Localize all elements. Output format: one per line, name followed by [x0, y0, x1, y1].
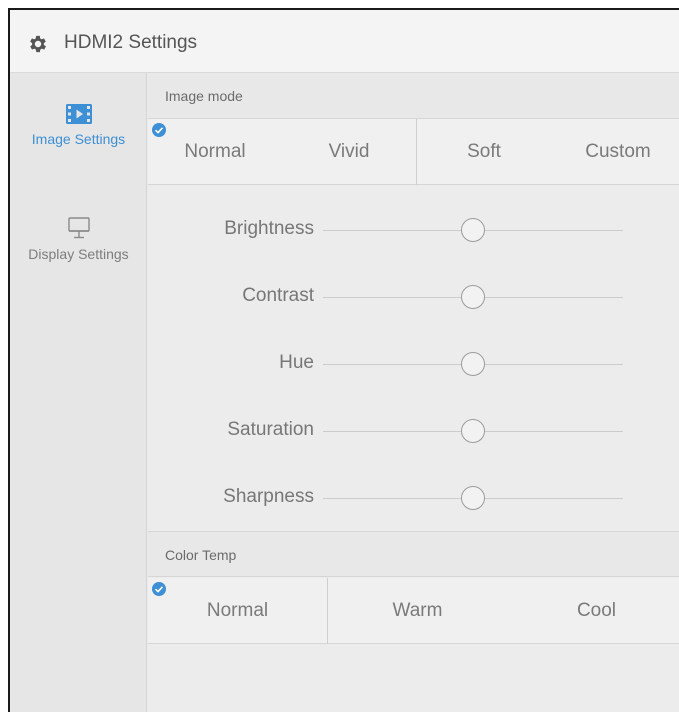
empty-area [148, 644, 679, 712]
color-temp-warm[interactable]: Warm [328, 578, 507, 644]
image-mode-vivid[interactable]: Vivid [282, 119, 416, 185]
sidebar-item-label: Image Settings [31, 131, 126, 147]
image-settings-icon [65, 104, 92, 124]
sidebar-item-label: Display Settings [28, 246, 129, 262]
gear-icon[interactable] [27, 33, 49, 55]
sidebar: Image Settings Display Settings [10, 73, 147, 712]
brightness-slider-thumb[interactable] [461, 218, 485, 242]
settings-panel: Image mode Normal Vivid Soft Custom Brig… [148, 73, 679, 712]
image-mode-custom[interactable]: Custom [551, 119, 679, 185]
brightness-label: Brightness [224, 218, 314, 239]
image-mode-options: Normal Vivid Soft Custom [148, 119, 679, 185]
brightness-slider[interactable] [323, 218, 623, 242]
color-temp-normal[interactable]: Normal [148, 578, 327, 644]
color-temp-header: Color Temp [148, 531, 679, 577]
saturation-label: Saturation [227, 419, 314, 440]
hue-slider[interactable] [323, 352, 623, 376]
image-mode-header: Image mode [148, 73, 679, 119]
color-temp-cool[interactable]: Cool [507, 578, 679, 644]
window-title: HDMI2 Settings [64, 32, 198, 53]
contrast-row: Contrast [148, 277, 679, 317]
saturation-slider-thumb[interactable] [461, 419, 485, 443]
saturation-slider[interactable] [323, 419, 623, 443]
sharpness-label: Sharpness [223, 486, 314, 507]
hue-row: Hue [148, 344, 679, 384]
sidebar-item-image-settings[interactable]: Image Settings [10, 103, 147, 147]
image-mode-soft[interactable]: Soft [417, 119, 551, 185]
sharpness-slider[interactable] [323, 486, 623, 510]
image-mode-normal[interactable]: Normal [148, 119, 282, 185]
sharpness-slider-thumb[interactable] [461, 486, 485, 510]
hue-slider-thumb[interactable] [461, 352, 485, 376]
contrast-slider-thumb[interactable] [461, 285, 485, 309]
hue-label: Hue [279, 352, 314, 373]
sharpness-row: Sharpness [148, 478, 679, 518]
hdmi-settings-window: HDMI2 Settings Image Settings Display Se… [8, 8, 679, 712]
contrast-slider[interactable] [323, 285, 623, 309]
monitor-icon [67, 217, 90, 239]
contrast-label: Contrast [242, 285, 314, 306]
brightness-row: Brightness [148, 210, 679, 250]
sidebar-item-display-settings[interactable]: Display Settings [10, 216, 147, 262]
color-temp-options: Normal Warm Cool [148, 578, 679, 644]
saturation-row: Saturation [148, 411, 679, 451]
title-bar: HDMI2 Settings [10, 10, 679, 73]
